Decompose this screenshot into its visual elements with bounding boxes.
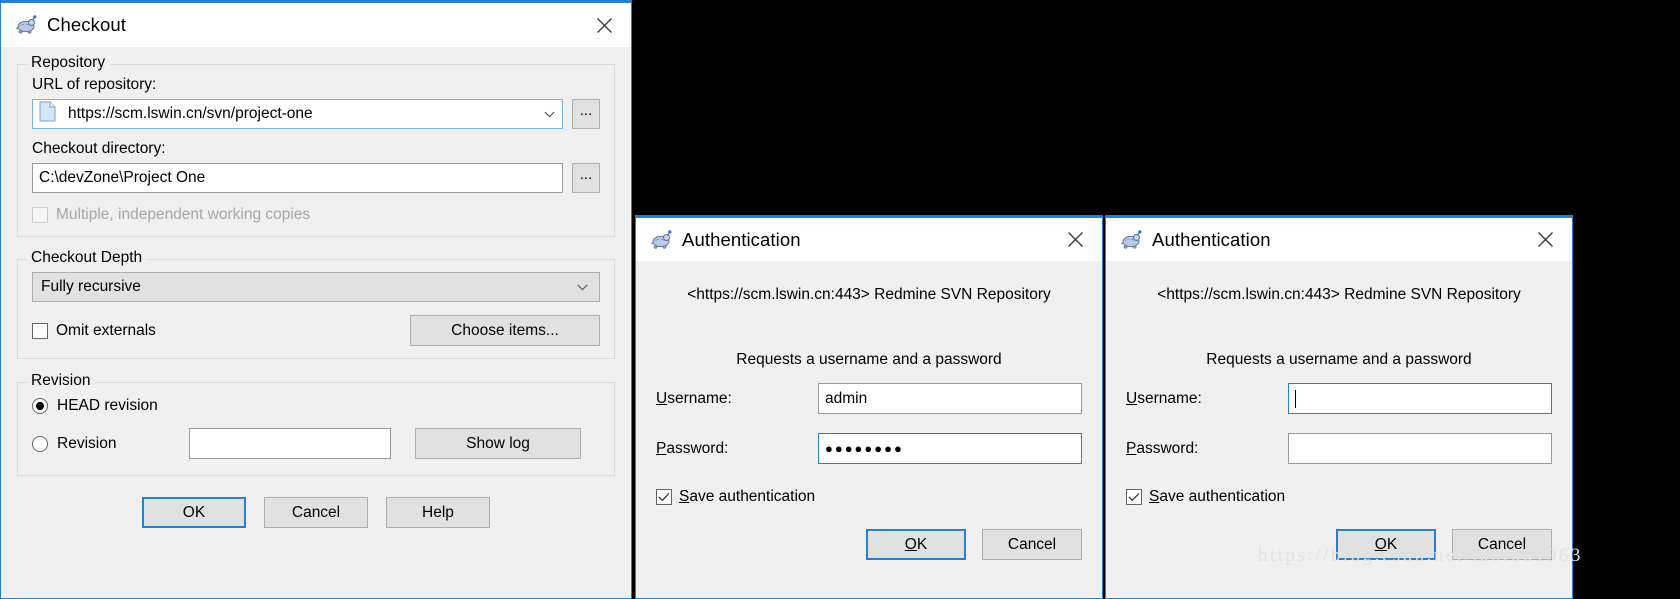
repository-legend: Repository xyxy=(27,54,111,72)
checkout-titlebar[interactable]: Checkout xyxy=(1,3,631,47)
help-button[interactable]: Help xyxy=(386,497,490,528)
revision-radio[interactable] xyxy=(32,435,48,452)
cancel-button[interactable]: Cancel xyxy=(264,497,368,528)
head-revision-label: HEAD revision xyxy=(57,397,158,414)
auth2-cancel-button[interactable]: Cancel xyxy=(1452,529,1552,560)
auth2-save-label: Save authentication xyxy=(1149,488,1286,505)
text-caret xyxy=(1295,389,1296,408)
auth2-username-row: Username: xyxy=(1126,383,1552,414)
show-log-button[interactable]: Show log xyxy=(415,428,581,459)
head-revision-row[interactable]: HEAD revision xyxy=(32,397,600,415)
revision-group: Revision HEAD revision Revision Show log xyxy=(17,372,615,476)
auth1-password-row: Password: ●●●●●●●● xyxy=(656,433,1082,464)
choose-items-button[interactable]: Choose items... xyxy=(410,315,600,346)
tortoise-svn-icon xyxy=(1120,229,1142,250)
auth1-footer: OK Cancel xyxy=(656,529,1082,560)
auth2-password-input[interactable] xyxy=(1288,433,1552,464)
close-icon[interactable] xyxy=(1532,227,1558,253)
auth1-title: Authentication xyxy=(682,228,801,250)
auth1-ok-button[interactable]: OK xyxy=(866,529,966,560)
auth1-cancel-button[interactable]: Cancel xyxy=(982,529,1082,560)
repository-group: Repository URL of repository: https://sc… xyxy=(17,54,615,237)
authentication-dialog-1: Authentication <https://scm.lswin.cn:443… xyxy=(635,215,1103,599)
checkout-dir-label: Checkout directory: xyxy=(32,140,166,157)
revision-input[interactable] xyxy=(189,428,391,459)
auth1-password-label: Password: xyxy=(656,439,729,457)
revision-label: Revision xyxy=(57,434,117,452)
auth1-titlebar[interactable]: Authentication xyxy=(636,218,1102,261)
checkout-title: Checkout xyxy=(47,14,126,35)
auth2-save-checkbox[interactable] xyxy=(1126,489,1142,505)
auth2-ok-button[interactable]: OK xyxy=(1336,529,1436,560)
document-icon xyxy=(39,101,56,127)
auth1-realm: <https://scm.lswin.cn:443> Redmine SVN R… xyxy=(687,286,1051,303)
omit-externals-row[interactable]: Omit externals xyxy=(32,322,156,340)
multiple-working-copies-row[interactable]: Multiple, independent working copies xyxy=(32,206,600,224)
checkout-depth-group: Checkout Depth Fully recursive Omit exte… xyxy=(17,249,615,359)
omit-externals-checkbox[interactable] xyxy=(32,322,48,339)
url-label: URL of repository: xyxy=(32,76,157,93)
auth1-prompt: Requests a username and a password xyxy=(736,351,1002,368)
url-row: https://scm.lswin.cn/svn/project-one ... xyxy=(32,99,600,129)
revision-row: Revision Show log xyxy=(32,428,600,459)
auth1-save-checkbox[interactable] xyxy=(656,489,672,505)
tortoise-svn-icon xyxy=(650,229,672,250)
close-icon[interactable] xyxy=(1062,227,1088,253)
auth1-save-row[interactable]: Save authentication xyxy=(656,488,1082,506)
auth1-password-value: ●●●●●●●● xyxy=(825,441,904,456)
auth1-password-input[interactable]: ●●●●●●●● xyxy=(818,433,1082,464)
auth2-password-row: Password: xyxy=(1126,433,1552,464)
ok-button[interactable]: OK xyxy=(142,497,246,528)
auth1-username-input[interactable]: admin xyxy=(818,383,1082,414)
auth2-prompt: Requests a username and a password xyxy=(1206,351,1472,368)
auth2-username-label: Username: xyxy=(1126,389,1202,407)
url-browse-button[interactable]: ... xyxy=(572,99,600,129)
auth2-save-row[interactable]: Save authentication xyxy=(1126,488,1552,506)
checkout-footer: OK Cancel Help xyxy=(17,497,615,528)
checkout-depth-legend: Checkout Depth xyxy=(27,249,148,267)
auth1-username-label: Username: xyxy=(656,389,732,407)
auth2-realm: <https://scm.lswin.cn:443> Redmine SVN R… xyxy=(1157,286,1521,303)
close-icon[interactable] xyxy=(591,12,617,38)
auth1-save-label: Save authentication xyxy=(679,488,816,505)
checkout-dir-browse-button[interactable]: ... xyxy=(572,163,600,193)
url-combobox[interactable]: https://scm.lswin.cn/svn/project-one xyxy=(32,99,563,129)
auth2-username-input[interactable] xyxy=(1288,383,1552,414)
revision-legend: Revision xyxy=(27,372,96,390)
auth2-body: <https://scm.lswin.cn:443> Redmine SVN R… xyxy=(1106,261,1572,598)
authentication-dialog-2: Authentication <https://scm.lswin.cn:443… xyxy=(1105,215,1573,599)
multiple-working-copies-label: Multiple, independent working copies xyxy=(56,206,311,223)
url-value: https://scm.lswin.cn/svn/project-one xyxy=(68,105,313,122)
checkout-depth-select[interactable]: Fully recursive xyxy=(32,272,600,302)
checkout-body: Repository URL of repository: https://sc… xyxy=(1,47,631,598)
checkout-dir-row: C:\devZone\Project One ... xyxy=(32,163,600,193)
chevron-down-icon[interactable] xyxy=(540,111,558,118)
checkout-dialog: Checkout Repository URL of repository: h… xyxy=(0,0,632,599)
checkout-dir-input[interactable]: C:\devZone\Project One xyxy=(32,163,563,193)
checkout-depth-value: Fully recursive xyxy=(41,278,141,295)
auth2-titlebar[interactable]: Authentication xyxy=(1106,218,1572,261)
screen: Checkout Repository URL of repository: h… xyxy=(0,0,1680,599)
auth1-body: <https://scm.lswin.cn:443> Redmine SVN R… xyxy=(636,261,1102,598)
tortoise-svn-icon xyxy=(15,15,37,35)
head-revision-radio[interactable] xyxy=(32,398,48,414)
omit-externals-label: Omit externals xyxy=(56,321,156,339)
auth1-username-row: Username: admin xyxy=(656,383,1082,414)
multiple-working-copies-checkbox[interactable] xyxy=(32,207,48,223)
auth2-title: Authentication xyxy=(1152,228,1271,250)
chevron-down-icon[interactable] xyxy=(573,284,591,291)
depth-options-row: Omit externals Choose items... xyxy=(32,315,600,346)
auth2-footer: OK Cancel xyxy=(1126,529,1552,560)
auth2-password-label: Password: xyxy=(1126,439,1199,457)
